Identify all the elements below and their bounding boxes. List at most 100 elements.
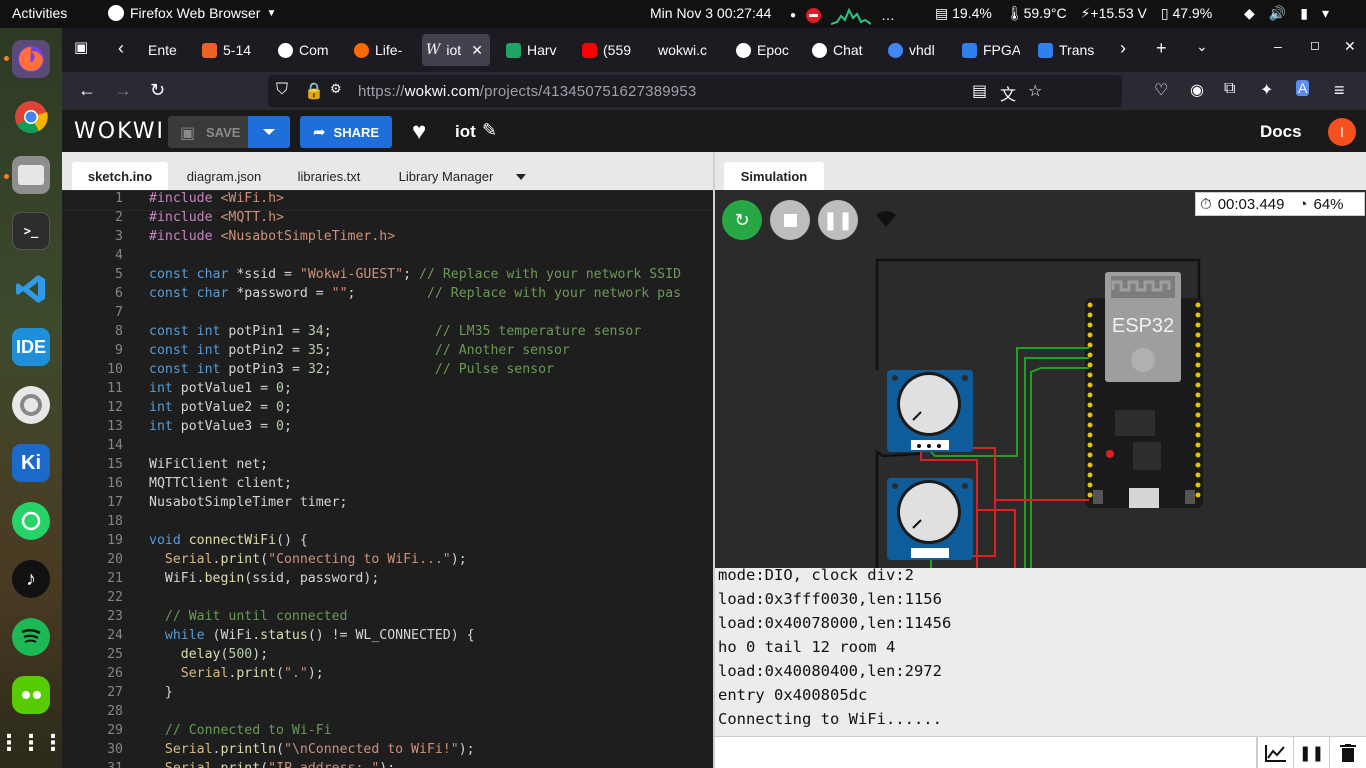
docs-link[interactable]: Docs — [1260, 122, 1302, 142]
code-editor[interactable]: 1 #include <WiFi.h> 2 #include <MQTT.h> 3 #… — [62, 190, 714, 768]
code-line[interactable]: 26 Serial.print("."); — [62, 666, 714, 685]
vscode-dock-icon[interactable] — [12, 270, 50, 308]
reload-icon[interactable]: ↻ — [150, 80, 165, 101]
chrome-dock-icon[interactable] — [12, 98, 50, 136]
account-icon[interactable]: ◉ — [1190, 80, 1204, 100]
do-not-disturb-icon[interactable] — [806, 7, 822, 23]
back-icon[interactable]: ← — [78, 80, 96, 101]
close-tab-icon[interactable]: ✕ — [471, 42, 483, 59]
code-line[interactable]: 27 } — [62, 685, 714, 704]
code-line[interactable]: 3 #include <NusabotSimpleTimer.h> — [62, 229, 714, 248]
tiktok-dock-icon[interactable]: ♪ — [12, 560, 50, 598]
pocket-icon[interactable]: ♡ — [1154, 80, 1168, 100]
forward-icon[interactable]: → — [114, 80, 132, 101]
browser-tab[interactable]: vhdl — [884, 34, 944, 66]
tab-library-manager[interactable]: Library Manager — [388, 162, 504, 190]
browser-tab[interactable]: wokwi.c — [654, 34, 718, 66]
code-line[interactable]: 29 // Connected to Wi-Fi — [62, 723, 714, 742]
share-button[interactable]: ➦ SHARE — [300, 116, 392, 148]
code-line[interactable]: 13 int potValue3 = 0; — [62, 419, 714, 438]
ide-dock-icon[interactable]: IDE — [12, 328, 50, 366]
scroll-tabs-left-icon[interactable]: ‹ — [118, 38, 124, 59]
code-line[interactable]: 9 const int potPin2 = 35; // Another sens… — [62, 343, 714, 362]
app-grid-icon[interactable]: ⋮⋮⋮ — [0, 724, 64, 762]
plotter-button[interactable] — [1257, 737, 1293, 768]
url-text[interactable]: https://wokwi.com/projects/4134507516273… — [358, 83, 696, 100]
code-line[interactable]: 16 MQTTClient client; — [62, 476, 714, 495]
tab-diagram-json[interactable]: diagram.json — [174, 162, 274, 190]
code-line[interactable]: 20 Serial.print("Connecting to WiFi...")… — [62, 552, 714, 571]
pause-serial-button[interactable]: ❚❚ — [1293, 737, 1329, 768]
code-line[interactable]: 15 WiFiClient net; — [62, 457, 714, 476]
code-line[interactable]: 2 #include <MQTT.h> — [62, 210, 714, 229]
minimize-window-icon[interactable]: – — [1274, 38, 1282, 54]
code-line[interactable]: 11 int potValue1 = 0; — [62, 381, 714, 400]
wokwi-logo[interactable]: WOKWI — [74, 119, 165, 144]
code-line[interactable]: 24 while (WiFi.status() != WL_CONNECTED)… — [62, 628, 714, 647]
code-line[interactable]: 10 const int potPin3 = 32; // Pulse senso… — [62, 362, 714, 381]
browser-tab[interactable]: FPGA — [958, 34, 1020, 66]
code-line[interactable]: 7 — [62, 305, 714, 324]
code-line[interactable]: 19 void connectWiFi() { — [62, 533, 714, 552]
code-line[interactable]: 23 // Wait until connected — [62, 609, 714, 628]
shield-icon[interactable]: ⛉ — [276, 81, 288, 99]
code-line[interactable]: 31 Serial.print("IP address: "); — [62, 761, 714, 768]
terminal-dock-icon[interactable]: >_ — [12, 212, 50, 250]
maximize-window-icon[interactable]: ◻ — [1310, 38, 1320, 52]
browser-tab[interactable]: Harv — [502, 34, 564, 66]
translate-icon[interactable]: 文 — [1000, 81, 1016, 105]
tray-more[interactable]: … — [881, 7, 895, 23]
close-window-icon[interactable]: ✕ — [1344, 38, 1356, 55]
reader-view-icon[interactable]: ▤ — [972, 81, 987, 101]
browser-tab[interactable]: Chat — [808, 34, 870, 66]
avatar[interactable]: I — [1328, 118, 1356, 146]
files-dock-icon[interactable] — [12, 156, 50, 194]
potentiometer-1[interactable] — [887, 370, 973, 452]
browser-tab-active[interactable]: Wiot ✕ — [422, 34, 490, 66]
browser-tab[interactable]: Trans — [1034, 34, 1096, 66]
code-line[interactable]: 17 NusabotSimpleTimer timer; — [62, 495, 714, 514]
firefox-dock-icon[interactable] — [12, 40, 50, 78]
tab-sketch-ino[interactable]: sketch.ino — [72, 162, 168, 190]
browser-tab[interactable]: Ente — [144, 34, 190, 66]
clear-serial-button[interactable] — [1329, 737, 1365, 768]
browser-tab[interactable]: Com — [274, 34, 336, 66]
bookmark-star-icon[interactable]: ☆ — [1028, 81, 1042, 101]
esp32-board[interactable]: ESP32 — [1085, 272, 1203, 508]
potentiometer-2[interactable] — [887, 478, 973, 560]
extension-icon[interactable]: ✦ — [1260, 80, 1273, 100]
browser-tab[interactable]: Epoc — [732, 34, 794, 66]
permissions-icon[interactable]: ⚙ — [330, 81, 342, 97]
code-line[interactable]: 14 — [62, 438, 714, 457]
code-line[interactable]: 25 delay(500); — [62, 647, 714, 666]
new-tab-icon[interactable]: + — [1156, 38, 1167, 59]
ki-dock-icon[interactable]: Ki — [12, 444, 50, 482]
whatsapp-dock-icon[interactable] — [12, 502, 50, 540]
save-dropdown-button[interactable] — [248, 116, 290, 148]
menu-icon[interactable]: ≡ — [1334, 80, 1345, 101]
browser-tab[interactable]: Life- — [350, 34, 410, 66]
activities-button[interactable]: Activities — [12, 5, 67, 21]
scroll-tabs-right-icon[interactable]: › — [1120, 38, 1126, 59]
duolingo-dock-icon[interactable] — [12, 676, 50, 714]
code-line[interactable]: 1 #include <WiFi.h> — [62, 190, 714, 211]
app-menu[interactable]: Firefox Web Browser ▼ — [108, 5, 276, 21]
serial-monitor[interactable]: mode:DIO, clock div:2 load:0x3fff0030,le… — [715, 568, 1366, 736]
spotify-dock-icon[interactable] — [12, 618, 50, 656]
tab-simulation[interactable]: Simulation — [724, 162, 824, 190]
code-line[interactable]: 28 — [62, 704, 714, 723]
system-menu[interactable]: ◆ 🔊 ▮ ▾ — [1244, 5, 1329, 22]
code-line[interactable]: 8 const int potPin1 = 34; // LM35 tempera… — [62, 324, 714, 343]
tab-overview-icon[interactable]: ▣ — [74, 38, 88, 56]
save-button[interactable]: ▣ SAVE — [168, 116, 290, 148]
lock-icon[interactable]: 🔒 — [304, 81, 324, 101]
code-line[interactable]: 5 const char *ssid = "Wokwi-GUEST"; // Re… — [62, 267, 714, 286]
code-line[interactable]: 21 WiFi.begin(ssid, password); — [62, 571, 714, 590]
serial-input[interactable] — [715, 737, 1257, 768]
browser-tab[interactable]: (559 — [578, 34, 640, 66]
extensions-icon[interactable]: ⧉ — [1224, 80, 1235, 98]
code-line[interactable]: 6 const char *password = ""; // Replace w… — [62, 286, 714, 305]
code-line[interactable]: 18 — [62, 514, 714, 533]
address-bar[interactable]: ⛉ 🔒 ⚙ https://wokwi.com/projects/4134507… — [268, 75, 1122, 107]
tabs-menu-chevron-icon[interactable] — [516, 174, 526, 180]
